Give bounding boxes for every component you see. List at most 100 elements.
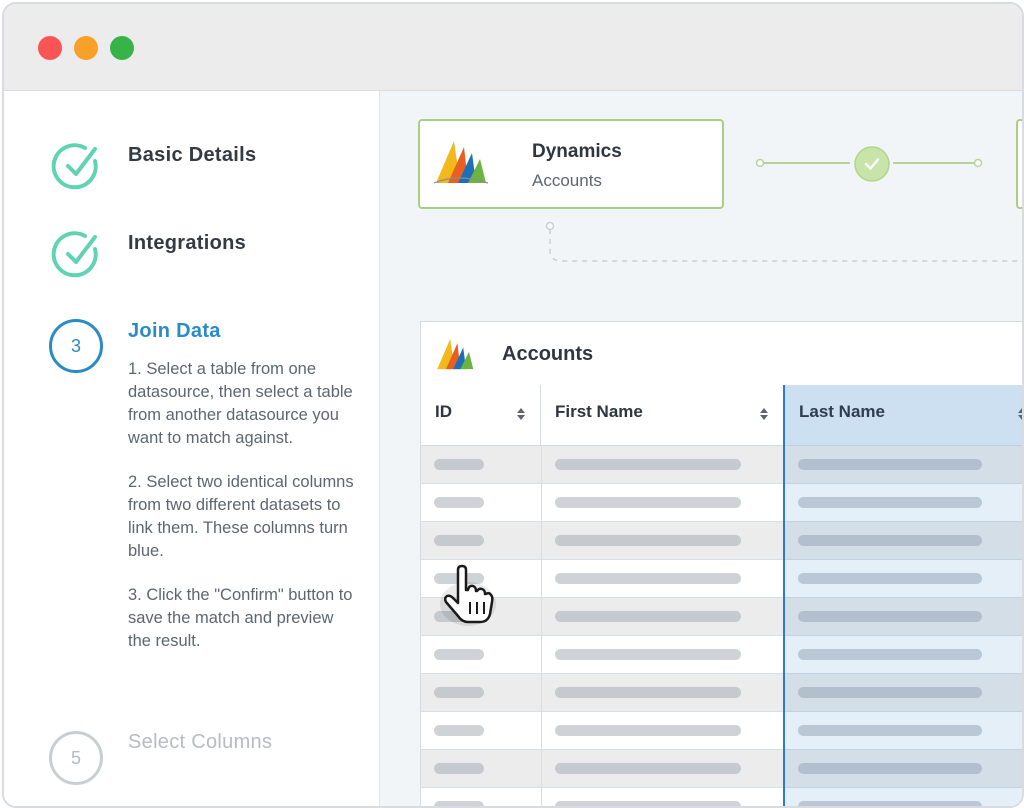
step-number-badge: 3 [49,319,103,373]
check-circle-icon [51,143,98,190]
placeholder-bar [434,687,484,698]
placeholder-bar [798,725,982,736]
instruction-3: 3. Click the "Confirm" button to save th… [128,586,353,650]
column-label: Last Name [799,402,885,421]
table-cell[interactable] [421,750,542,787]
placeholder-bar [555,573,741,584]
sort-icon[interactable] [759,407,769,421]
check-circle-icon [51,231,98,278]
window-titlebar [4,4,1022,91]
source-card-dynamics[interactable]: Dynamics Accounts [418,119,724,209]
sort-icon[interactable] [516,407,526,421]
close-window-button[interactable] [38,36,62,60]
step-instructions: 1. Select a table from one datasource, t… [128,358,358,674]
table-row[interactable] [421,674,1022,712]
placeholder-bar [798,611,982,622]
table-row[interactable] [421,712,1022,750]
dynamics-logo [437,338,474,370]
column-header-id[interactable]: ID [421,385,541,446]
placeholder-bar [798,649,982,660]
column-header-last-name[interactable]: Last Name [783,385,1024,446]
table-cell[interactable] [783,636,1022,673]
placeholder-bar [434,649,484,660]
placeholder-bar [555,535,741,546]
table-title: Accounts [502,343,594,365]
placeholder-bar [434,801,484,806]
accounts-table-panel: Accounts ID First Name Last Name [420,321,1024,806]
placeholder-bar [434,725,484,736]
table-cell[interactable] [541,446,784,483]
table-cell[interactable] [541,636,784,673]
table-cell[interactable] [541,598,784,635]
table-cell[interactable] [783,522,1022,559]
table-cell[interactable] [541,674,784,711]
table-row[interactable] [421,750,1022,788]
maximize-window-button[interactable] [110,36,134,60]
placeholder-bar [555,497,741,508]
table-row[interactable] [421,636,1022,674]
table-row[interactable] [421,598,1022,636]
source-name: Dynamics [532,141,622,162]
table-cell[interactable] [541,484,784,521]
placeholder-bar [798,459,982,470]
instruction-2: 2. Select two identical columns from two… [128,473,354,560]
hand-cursor-icon [440,564,496,626]
check-icon [854,146,890,182]
column-header-first-name[interactable]: First Name [541,385,784,446]
instruction-1: 1. Select a table from one datasource, t… [128,360,353,447]
placeholder-bar [798,535,982,546]
step-join-data[interactable]: Join Data [128,320,221,343]
table-cell[interactable] [783,484,1022,521]
step-select-columns[interactable]: Select Columns [128,731,272,754]
table-cell[interactable] [541,522,784,559]
placeholder-bar [555,763,741,774]
table-cell[interactable] [541,560,784,597]
step-integrations[interactable]: Integrations [128,232,246,255]
placeholder-bar [555,801,741,806]
join-canvas: Dynamics Accounts Accounts ID First Name… [380,91,1024,806]
table-cell[interactable] [421,674,542,711]
table-cell[interactable] [421,446,542,483]
wizard-sidebar: Basic Details Integrations 3 Join Data 1… [4,91,380,806]
table-row[interactable] [421,560,1022,598]
table-header: Accounts [421,322,1022,386]
table-cell[interactable] [783,674,1022,711]
table-cell[interactable] [421,484,542,521]
placeholder-bar [555,611,741,622]
sort-icon[interactable] [1017,407,1024,421]
placeholder-bar [555,649,741,660]
placeholder-bar [434,497,484,508]
table-cell[interactable] [421,788,542,806]
table-cell[interactable] [783,560,1022,597]
column-label: First Name [555,402,643,421]
placeholder-bar [555,725,741,736]
table-cell[interactable] [541,750,784,787]
source-table-name: Accounts [532,171,602,190]
table-row[interactable] [421,446,1022,484]
placeholder-bar [798,763,982,774]
placeholder-bar [434,459,484,470]
table-cell[interactable] [541,788,784,806]
table-cell[interactable] [421,636,542,673]
table-cell[interactable] [541,712,784,749]
step-basic-details[interactable]: Basic Details [128,144,256,167]
step-number-badge: 5 [49,731,103,785]
dynamics-logo [434,141,489,184]
placeholder-bar [434,763,484,774]
table-cell[interactable] [421,712,542,749]
app-window: Basic Details Integrations 3 Join Data 1… [2,2,1024,808]
table-cell[interactable] [421,522,542,559]
column-label: ID [435,402,452,421]
minimize-window-button[interactable] [74,36,98,60]
table-row[interactable] [421,788,1022,806]
placeholder-bar [798,497,982,508]
placeholder-bar [798,801,982,806]
table-cell[interactable] [783,598,1022,635]
table-row[interactable] [421,484,1022,522]
table-cell[interactable] [783,788,1022,806]
target-card[interactable] [1016,119,1022,209]
table-cell[interactable] [783,750,1022,787]
table-row[interactable] [421,522,1022,560]
table-cell[interactable] [783,712,1022,749]
table-cell[interactable] [783,446,1022,483]
